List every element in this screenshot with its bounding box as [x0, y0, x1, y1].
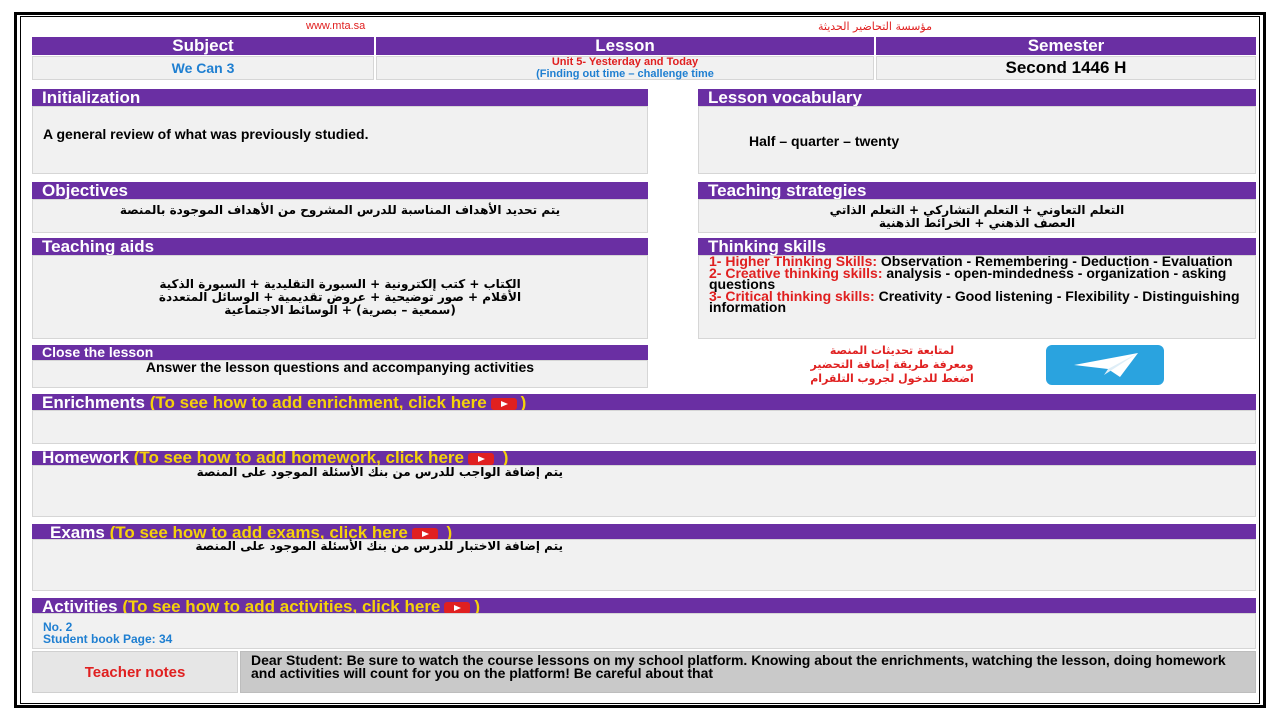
homework-link[interactable]: (To see how to add homework, click here	[134, 451, 464, 465]
enrichments-link-close: )	[520, 394, 527, 410]
homework-body: يتم إضافة الواجب للدرس من بنك الأسئلة ال…	[32, 465, 1256, 517]
subject-header: Subject	[32, 36, 374, 55]
exams-text: يتم إضافة الاختبار للدرس من بنك الأسئلة …	[195, 539, 563, 553]
lesson-header: Lesson	[376, 36, 874, 55]
homework-link-close: )	[497, 451, 509, 465]
youtube-icon[interactable]	[467, 452, 494, 465]
objectives-header: Objectives	[32, 182, 648, 199]
activities-number: No. 2	[43, 620, 73, 634]
thinking-skill-3: 3- Critical thinking skills: Creativity …	[709, 289, 1249, 314]
strategies-header: Teaching strategies	[698, 182, 1256, 199]
lesson-subtitle: (Finding out time – challenge time	[536, 68, 714, 80]
lesson-title: Unit 5- Yesterday and Today	[551, 56, 699, 68]
exams-link-close: )	[441, 524, 453, 539]
vocabulary-text: Half – quarter – twenty	[749, 133, 900, 149]
exams-link[interactable]: (To see how to add exams, click here	[110, 524, 408, 539]
aids-line3: (سمعية – بصرية) + الوسائط الاجتماعية	[224, 303, 456, 317]
teacher-notes-label: Teacher notes	[32, 651, 238, 693]
exams-body: يتم إضافة الاختبار للدرس من بنك الأسئلة …	[32, 539, 1256, 591]
subject-value: We Can 3	[32, 56, 374, 80]
telegram-line1: لمتابعة تحديثات المنصة	[829, 344, 955, 357]
vocabulary-body: Half – quarter – twenty	[698, 106, 1256, 174]
site-url[interactable]: www.mta.sa	[306, 20, 365, 32]
close-text: Answer the lesson questions and accompan…	[145, 359, 535, 375]
activities-link[interactable]: (To see how to add activities, click her…	[122, 598, 440, 613]
objectives-body: يتم تحديد الأهداف المناسبة للدرس المشروح…	[32, 199, 648, 233]
telegram-promo[interactable]: لمتابعة تحديثات المنصة ومعرفة طريقة إضاف…	[742, 344, 1042, 386]
enrichments-link[interactable]: (To see how to add enrichment, click her…	[150, 394, 487, 410]
telegram-line2: ومعرفة طريقة إضافة التحضير	[810, 358, 974, 371]
activities-body: No. 2 Student book Page: 34	[32, 613, 1256, 649]
homework-text: يتم إضافة الواجب للدرس من بنك الأسئلة ال…	[196, 465, 563, 479]
thinking-header: Thinking skills	[698, 238, 1256, 255]
semester-header: Semester	[876, 36, 1256, 55]
activities-page: Student book Page: 34	[43, 632, 173, 646]
initialization-header: Initialization	[32, 89, 648, 106]
exams-title: Exams	[50, 524, 105, 539]
activities-title: Activities	[42, 598, 118, 613]
thinking-body: 1- Higher Thinking Skills: Observation -…	[698, 255, 1256, 339]
enrichments-header: Enrichments (To see how to add enrichmen…	[32, 394, 1256, 410]
vocabulary-header: Lesson vocabulary	[698, 89, 1256, 106]
aids-header: Teaching aids	[32, 238, 648, 255]
exams-header: Exams (To see how to add exams, click he…	[32, 524, 1256, 539]
homework-title: Homework	[42, 451, 129, 465]
strategies-line2: العصف الذهني + الخرائط الذهنية	[878, 216, 1076, 230]
activities-link-close: )	[474, 598, 481, 613]
youtube-icon[interactable]	[490, 397, 517, 410]
telegram-icon[interactable]	[1046, 345, 1164, 385]
strategies-body: التعلم التعاوني + التعلم التشاركي + التع…	[698, 199, 1256, 233]
close-body: Answer the lesson questions and accompan…	[32, 360, 648, 388]
org-name: مؤسسة التحاضير الحديثة	[818, 20, 932, 33]
telegram-plane-icon	[1074, 353, 1138, 377]
enrichments-title: Enrichments	[42, 394, 145, 410]
objectives-text: يتم تحديد الأهداف المناسبة للدرس المشروح…	[119, 203, 561, 217]
teacher-notes-body: Dear Student: Be sure to watch the cours…	[240, 651, 1256, 693]
activities-header: Activities (To see how to add activities…	[32, 598, 1256, 613]
telegram-line3: اضغط للدخول لجروب التلقرام	[810, 372, 974, 385]
teacher-notes-text: Dear Student: Be sure to watch the cours…	[251, 652, 1226, 681]
lesson-value: Unit 5- Yesterday and Today (Finding out…	[376, 56, 874, 80]
semester-value: Second 1446 H	[876, 56, 1256, 80]
close-header: Close the lesson	[32, 345, 648, 360]
enrichments-body	[32, 410, 1256, 444]
initialization-text: A general review of what was previously …	[43, 126, 369, 142]
homework-header: Homework (To see how to add homework, cl…	[32, 451, 1256, 465]
aids-body: الكتاب + كتب إلكترونية + السبورة التقليد…	[32, 255, 648, 339]
youtube-icon[interactable]	[444, 601, 471, 613]
initialization-body: A general review of what was previously …	[32, 106, 648, 174]
youtube-icon[interactable]	[411, 527, 438, 539]
